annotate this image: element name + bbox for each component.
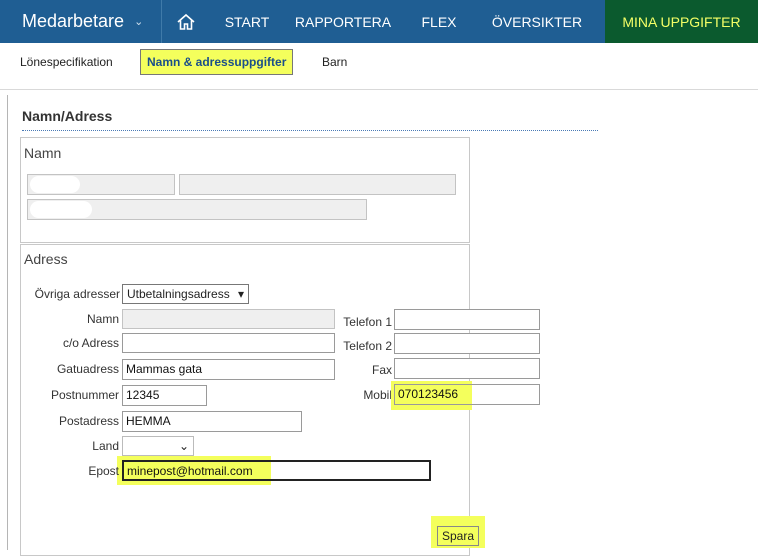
address-name-field[interactable] bbox=[122, 309, 335, 329]
zip-field[interactable]: 12345 bbox=[122, 385, 207, 406]
other-addresses-label: Övriga adresser bbox=[34, 287, 120, 301]
other-addresses-select[interactable]: Utbetalningsadress ▾ bbox=[122, 284, 249, 304]
phone2-label: Telefon 2 bbox=[343, 339, 392, 353]
email-field[interactable]: minepost@hotmail.com bbox=[122, 460, 431, 481]
email-label: Epost bbox=[88, 464, 119, 478]
country-label: Land bbox=[92, 439, 119, 453]
page-title: Namn/Adress bbox=[22, 108, 113, 124]
phone2-field[interactable] bbox=[394, 333, 540, 354]
app-switcher[interactable]: Medarbetare ⌄ bbox=[0, 0, 143, 43]
home-icon bbox=[177, 13, 195, 30]
chevron-down-icon: ⌄ bbox=[178, 439, 189, 453]
tab-namn-adressuppgifter[interactable]: Namn & adressuppgifter bbox=[140, 49, 294, 75]
other-addresses-value: Utbetalningsadress bbox=[127, 287, 230, 301]
city-label: Postadress bbox=[58, 414, 119, 428]
phone1-label: Telefon 1 bbox=[343, 315, 392, 329]
name-legend: Namn bbox=[24, 145, 62, 161]
street-field[interactable]: Mammas gata bbox=[122, 359, 335, 380]
co-address-label: c/o Adress bbox=[62, 336, 119, 350]
nav-flex[interactable]: FLEX bbox=[403, 0, 475, 43]
redaction bbox=[30, 201, 92, 218]
chevron-down-icon: ⌄ bbox=[134, 16, 144, 28]
content-border bbox=[7, 95, 8, 550]
redaction bbox=[30, 176, 80, 193]
nav-oversikter[interactable]: ÖVERSIKTER bbox=[475, 0, 599, 43]
save-button[interactable]: Spara bbox=[437, 526, 479, 546]
home-button[interactable] bbox=[162, 0, 210, 43]
nav-rapportera[interactable]: RAPPORTERA bbox=[283, 0, 403, 43]
sub-navigation: Lönespecifikation Namn & adressuppgifter… bbox=[0, 43, 758, 90]
phone1-field[interactable] bbox=[394, 309, 540, 330]
tab-lonespecifikation[interactable]: Lönespecifikation bbox=[20, 49, 113, 75]
co-address-field[interactable] bbox=[122, 333, 335, 353]
name-label: Namn bbox=[86, 312, 119, 326]
last-name-field[interactable] bbox=[179, 174, 456, 195]
title-divider bbox=[22, 130, 598, 131]
address-legend: Adress bbox=[24, 251, 68, 267]
street-label: Gatuadress bbox=[56, 362, 119, 376]
chevron-down-icon: ▾ bbox=[237, 287, 244, 301]
city-field[interactable]: HEMMA bbox=[122, 411, 302, 432]
zip-label: Postnummer bbox=[50, 388, 119, 402]
tab-barn[interactable]: Barn bbox=[322, 49, 347, 75]
fax-label: Fax bbox=[371, 363, 392, 377]
nav-mina-uppgifter[interactable]: MINA UPPGIFTER bbox=[605, 0, 758, 43]
fax-field[interactable] bbox=[394, 358, 540, 379]
top-navigation-bar: Medarbetare ⌄ START RAPPORTERA FLEX ÖVER… bbox=[0, 0, 758, 43]
country-select[interactable]: ⌄ bbox=[122, 436, 194, 456]
nav-start[interactable]: START bbox=[211, 0, 283, 43]
mobile-field[interactable]: 070123456 bbox=[394, 384, 540, 405]
mobile-label: Mobil bbox=[363, 388, 392, 402]
app-title: Medarbetare bbox=[22, 11, 125, 31]
